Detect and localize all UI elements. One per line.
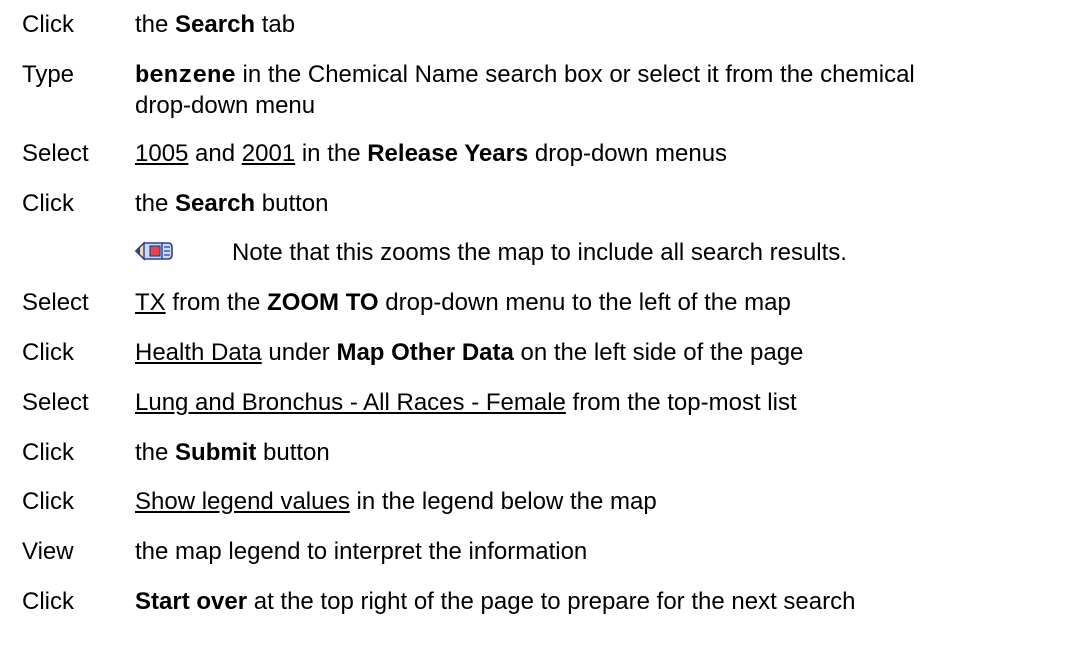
value-tx: TX [135, 289, 166, 316]
step-text: Lung and Bronchus - All Races - Female f… [135, 389, 797, 416]
step-text: the Search button [135, 190, 329, 217]
step-text: the Search tab [135, 11, 296, 38]
step-verb: Click [22, 11, 74, 38]
step-verb: Click [22, 339, 74, 366]
value-year-start: 1005 [135, 140, 189, 167]
value-year-end: 2001 [241, 140, 296, 167]
step-verb: Click [22, 588, 74, 615]
ui-term-map-other-data: Map Other Data [336, 339, 514, 366]
step-text: Health Data under Map Other Data on the … [135, 339, 804, 366]
step-text: benzene in the Chemical Name search box … [135, 61, 915, 119]
value-lung-bronchus: Lung and Bronchus - All Races - Female [135, 389, 566, 416]
value-health-data: Health Data [135, 339, 262, 366]
ui-term-zoom-to: ZOOM TO [267, 289, 379, 316]
step-text: the map legend to interpret the informat… [135, 538, 588, 565]
step-verb: Click [22, 190, 74, 217]
step-verb: Select [22, 389, 89, 416]
step-text: the Submit button [135, 439, 330, 466]
typed-value-benzene: benzene [135, 63, 236, 90]
step-verb: Click [22, 439, 74, 466]
step-text: Show legend values in the legend below t… [135, 488, 657, 515]
step-text: Start over at the top right of the page … [135, 588, 856, 615]
step-verb: View [22, 538, 74, 565]
note-text: Note that this zooms the map to include … [232, 239, 847, 266]
ui-term-release-years: Release Years [367, 140, 529, 167]
step-text: TX from the ZOOM TO drop-down menu to th… [135, 289, 791, 316]
step-verb: Click [22, 488, 74, 515]
ui-term-search: Search [175, 11, 256, 38]
ui-term-submit: Submit [175, 439, 257, 466]
pencil-note-icon [134, 241, 173, 261]
ui-term-start-over: Start over [135, 588, 248, 615]
step-verb: Type [22, 61, 75, 88]
value-show-legend-values: Show legend values [135, 488, 350, 515]
step-verb: Select [22, 140, 89, 167]
step-verb: Select [22, 289, 89, 316]
ui-term-search: Search [175, 190, 256, 217]
step-text: 1005 and 2001 in the Release Years drop-… [135, 140, 728, 167]
instruction-page: { "steps": [ {"verb": "Click", "parts": … [0, 0, 1086, 660]
